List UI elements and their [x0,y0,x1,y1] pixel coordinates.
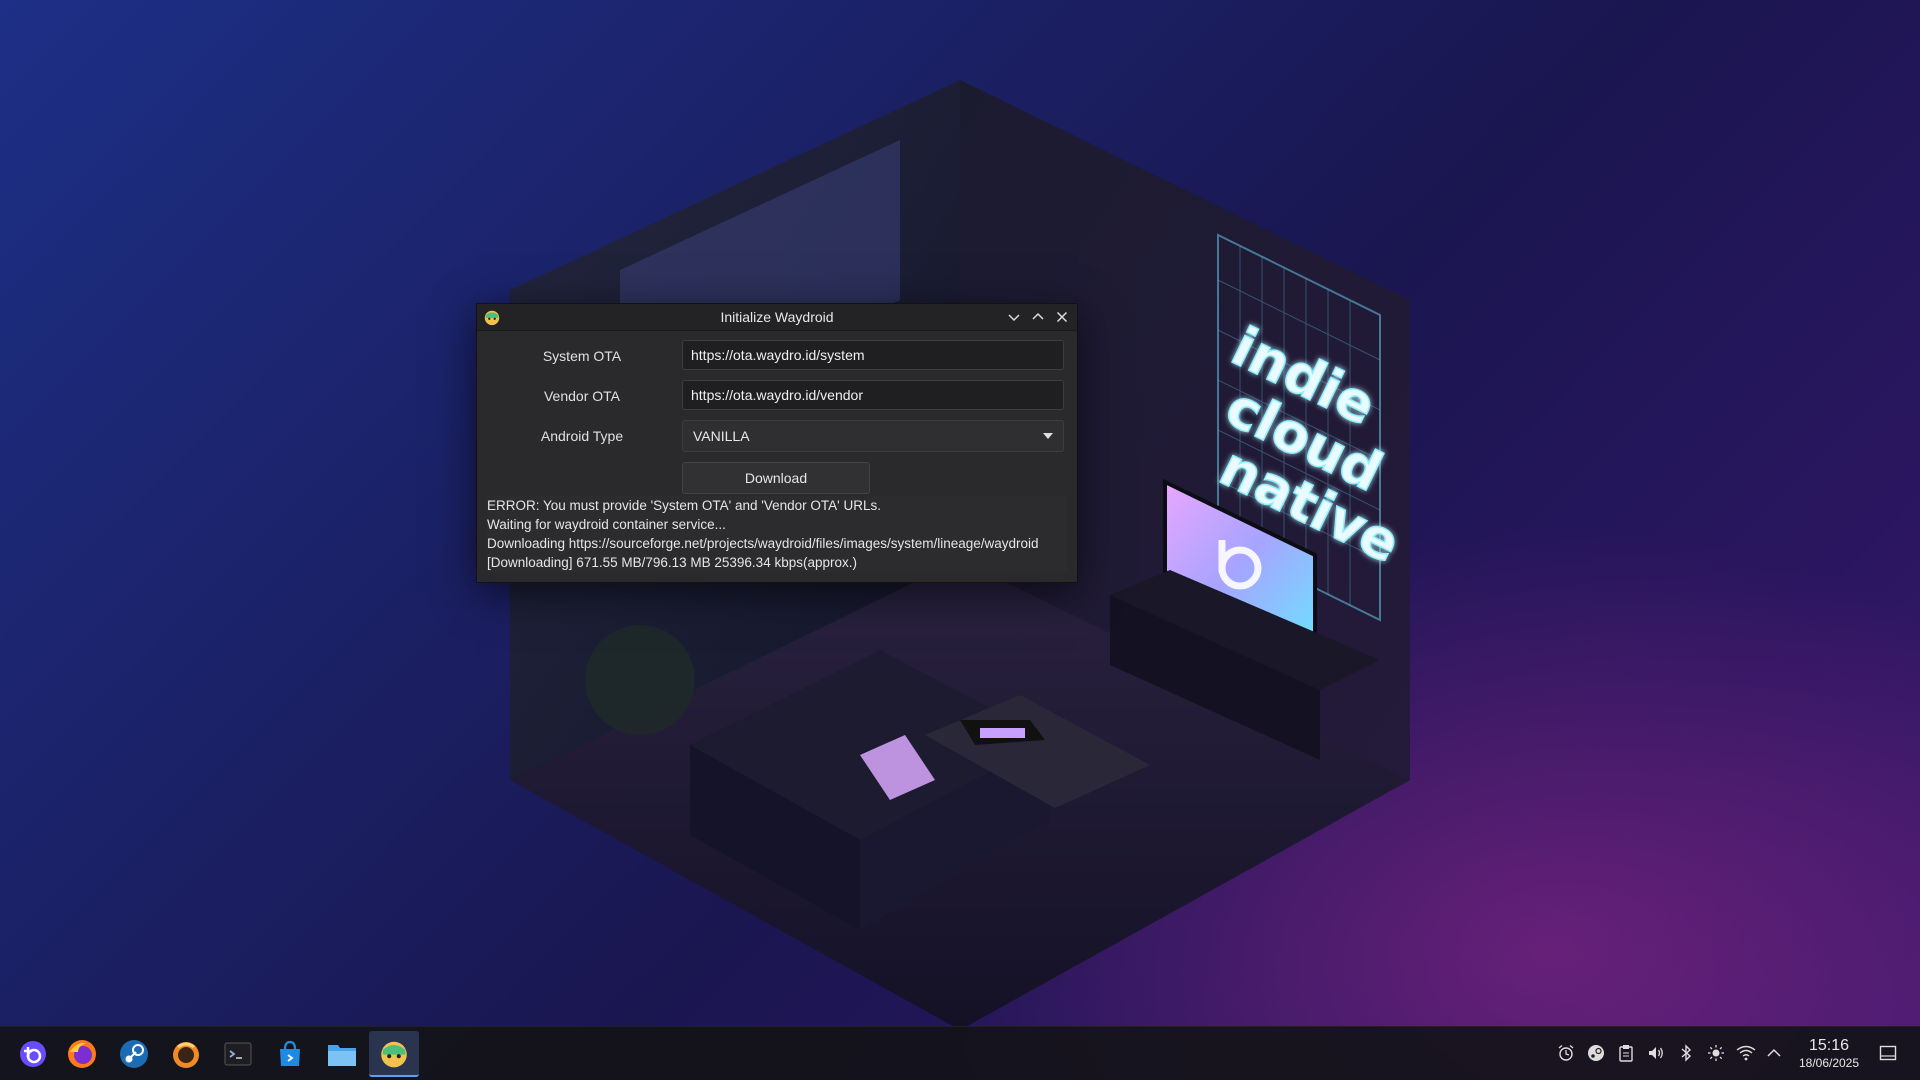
initialize-waydroid-window: Initialize Waydroid System OTA https://o… [476,303,1078,583]
volume-icon [1649,1047,1663,1059]
bluetooth-tray-button[interactable] [1674,1041,1698,1065]
wifi-tray-button[interactable] [1734,1041,1758,1065]
show-desktop-button[interactable] [1876,1041,1900,1065]
log-line: ERROR: You must provide 'System OTA' and… [487,498,881,513]
log-line: [Downloading] 671.55 MB/796.13 MB 25396.… [487,555,857,570]
android-type-label: Android Type [540,428,624,444]
window-title: Initialize Waydroid [720,309,834,325]
steam-tray-button[interactable] [1584,1041,1608,1065]
log-output[interactable]: ERROR: You must provide 'System OTA' and… [487,496,1067,572]
log-line: Waiting for waydroid container service..… [487,517,726,532]
brightness-tray-button[interactable] [1704,1041,1728,1065]
bazzite-portal-icon [173,1042,199,1068]
window-titlebar[interactable]: Initialize Waydroid [477,304,1077,331]
android-type-row: Android Type VANILLA [477,420,1077,452]
show-desktop-icon [1879,1045,1897,1061]
wifi-icon [1736,1045,1756,1061]
waydroid-icon [381,1041,407,1068]
alarm-tray-button[interactable] [1554,1041,1578,1065]
minimize-button[interactable] [1005,308,1023,326]
dropdown-caret-icon [1043,433,1053,439]
steam-icon [120,1040,148,1068]
system-ota-label: System OTA [542,348,622,364]
chevron-up-icon [1032,312,1044,320]
maximize-button[interactable] [1029,308,1047,326]
android-type-value: VANILLA [693,428,750,444]
taskbar: 15:16 18/06/2025 [0,1026,1920,1080]
file-manager-icon [328,1045,356,1066]
bazzite-portal-button[interactable] [161,1031,211,1077]
waydroid-icon [484,310,500,326]
clock[interactable]: 15:16 18/06/2025 [1788,1037,1870,1071]
steam-button[interactable] [109,1031,159,1077]
clock-date: 18/06/2025 [1798,1056,1860,1070]
clock-time: 15:16 [1808,1037,1850,1054]
clipboard-icon [1619,1045,1633,1062]
terminal-button[interactable] [213,1031,263,1077]
bluetooth-icon [1681,1044,1692,1062]
vendor-ota-input[interactable]: https://ota.waydro.id/vendor [682,380,1064,410]
desktop: indie indie cloud cloud native native In… [0,0,1920,1080]
close-icon [1056,311,1068,323]
waydroid-taskbar-button[interactable] [369,1031,419,1077]
vendor-ota-label: Vendor OTA [543,388,620,404]
system-ota-input[interactable]: https://ota.waydro.id/system [682,340,1064,370]
android-type-select[interactable]: VANILLA [682,420,1064,452]
firefox-icon [68,1040,96,1068]
system-ota-row: System OTA https://ota.waydro.id/system [477,340,1077,372]
alarm-icon [1558,1045,1574,1061]
vendor-ota-row: Vendor OTA https://ota.waydro.id/vendor [477,380,1077,412]
clipboard-tray-button[interactable] [1614,1041,1638,1065]
terminal-icon [224,1042,252,1066]
launcher-icon [20,1041,46,1067]
close-button[interactable] [1053,308,1071,326]
store-button[interactable] [265,1031,315,1077]
file-manager-button[interactable] [317,1031,367,1077]
chevron-up-icon [1767,1048,1781,1057]
chevron-down-icon [1008,314,1020,322]
volume-tray-button[interactable] [1644,1041,1668,1065]
brightness-icon [1708,1045,1724,1061]
firefox-button[interactable] [57,1031,107,1077]
download-button[interactable]: Download [682,462,870,494]
store-icon [280,1040,300,1066]
steam-tray-icon [1588,1045,1604,1061]
expand-tray-button[interactable] [1762,1041,1786,1065]
log-line: Downloading https://sourceforge.net/proj… [487,536,1039,551]
launcher-button[interactable] [8,1031,58,1077]
